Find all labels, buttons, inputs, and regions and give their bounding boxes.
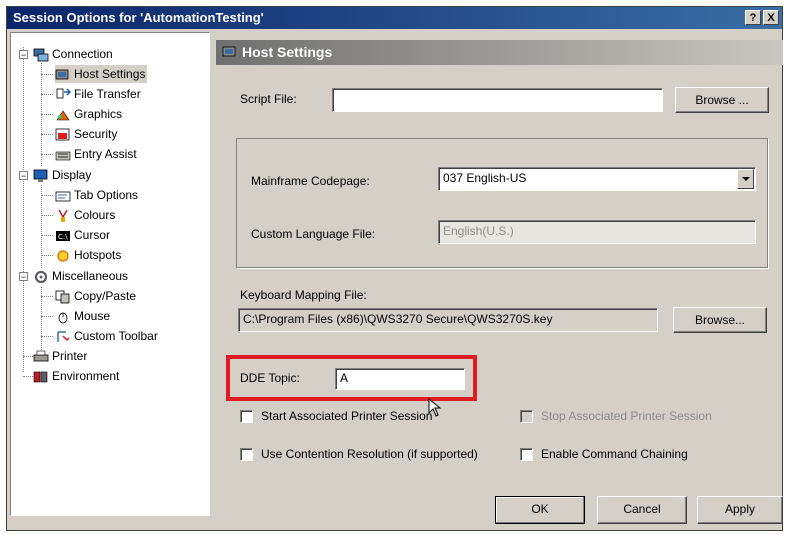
browse-keyboard-button[interactable]: Browse... [673, 307, 767, 333]
tree-label: Mouse [74, 309, 111, 323]
svg-text:C:\: C:\ [58, 233, 68, 241]
tree-item-copy-paste[interactable]: Copy/Paste [55, 287, 136, 305]
script-file-input[interactable] [332, 88, 663, 112]
tree-item-colours[interactable]: Colours [55, 206, 115, 224]
connection-collapse-icon[interactable]: − [19, 50, 28, 60]
tree-label: Miscellaneous [52, 269, 129, 283]
browse-script-button[interactable]: Browse ... [675, 87, 769, 113]
graphics-icon [56, 110, 70, 121]
tree-item-entry-assist[interactable]: Entry Assist [55, 145, 137, 163]
display-icon [33, 169, 48, 182]
mouse-icon [58, 312, 68, 324]
tab-options-icon [55, 191, 71, 202]
tree-label: Colours [74, 208, 116, 222]
panel-title: Host Settings [242, 44, 333, 60]
dde-topic-input[interactable]: A [335, 368, 465, 390]
tree-label: Copy/Paste [74, 289, 137, 303]
tree-label: Printer [52, 349, 88, 363]
tree-item-connection[interactable]: Connection [33, 45, 113, 63]
tree-item-custom-toolbar[interactable]: Custom Toolbar [55, 327, 158, 345]
script-file-label: Script File: [240, 92, 297, 106]
mouse-pointer-icon [428, 398, 442, 417]
host-settings-icon [55, 69, 69, 80]
mainframe-codepage-select[interactable]: 037 English-US [438, 167, 756, 191]
help-button[interactable]: ? [745, 10, 761, 25]
printer-icon [33, 350, 49, 362]
display-collapse-icon[interactable]: − [19, 171, 28, 181]
environment-icon [33, 371, 48, 383]
command-chaining-checkbox[interactable] [520, 448, 533, 461]
network-icon [33, 48, 49, 62]
contention-checkbox[interactable] [240, 448, 253, 461]
tree-label: Graphics [74, 107, 123, 121]
keyboard-mapping-label: Keyboard Mapping File: [240, 288, 367, 302]
tree-label: Entry Assist [74, 147, 137, 161]
tree-label: Environment [52, 369, 120, 383]
window-title: Session Options for 'AutomationTesting' [13, 10, 264, 25]
tree-label: Connection [52, 47, 113, 61]
tree-item-security[interactable]: Security [55, 125, 117, 143]
contention-label: Use Contention Resolution (if supported) [261, 447, 478, 461]
command-chaining-label: Enable Command Chaining [541, 447, 688, 461]
tree-item-display[interactable]: Display [33, 166, 91, 184]
mainframe-codepage-value: 037 English-US [443, 171, 527, 185]
mainframe-codepage-label: Mainframe Codepage: [251, 174, 370, 188]
tree-label: Custom Toolbar [74, 329, 158, 343]
cancel-button[interactable]: Cancel [597, 496, 687, 524]
tree-item-cursor[interactable]: C:\ Cursor [55, 226, 110, 244]
tree-label: Security [74, 127, 118, 141]
colours-icon [58, 209, 68, 222]
tree-label: Tab Options [74, 188, 139, 202]
keyboard-mapping-field[interactable]: C:\Program Files (x86)\QWS3270 Secure\QW… [238, 308, 658, 332]
tree-label: Hotspots [74, 248, 122, 262]
title-bar[interactable]: Session Options for 'AutomationTesting' … [7, 7, 782, 29]
tree-item-environment[interactable]: Environment [33, 367, 119, 385]
custom-language-field: English(U.S.) [438, 220, 756, 244]
custom-toolbar-icon [57, 331, 70, 342]
file-transfer-icon [56, 88, 71, 99]
tree-item-tab-options[interactable]: Tab Options [55, 186, 138, 204]
host-settings-icon [222, 46, 236, 57]
ok-button[interactable]: OK [495, 496, 585, 524]
start-printer-checkbox[interactable] [240, 410, 253, 423]
options-tree: − Connection Host Settings File Transfer… [10, 32, 210, 516]
tree-label: File Transfer [74, 87, 141, 101]
apply-button[interactable]: Apply [697, 496, 783, 524]
stop-printer-checkbox [520, 410, 533, 423]
panel-header: Host Settings [216, 40, 783, 65]
tree-label: Host Settings [74, 67, 146, 81]
dde-topic-label: DDE Topic: [240, 371, 300, 385]
tree-item-file-transfer[interactable]: File Transfer [55, 85, 141, 103]
tree-item-host-settings[interactable]: Host Settings [55, 65, 148, 83]
tree-label: Cursor [74, 228, 111, 242]
cursor-icon: C:\ [56, 230, 70, 241]
miscellaneous-collapse-icon[interactable]: − [19, 272, 28, 282]
tree-item-hotspots[interactable]: Hotspots [55, 246, 121, 264]
copy-paste-icon [55, 290, 70, 304]
close-button[interactable]: X [763, 10, 779, 25]
tree-label: Display [52, 168, 92, 182]
tree-item-graphics[interactable]: Graphics [55, 105, 122, 123]
miscellaneous-icon [34, 270, 48, 283]
stop-printer-label: Stop Associated Printer Session [541, 409, 712, 423]
codepage-group [236, 138, 768, 268]
tree-item-printer[interactable]: Printer [33, 347, 87, 365]
start-printer-label: Start Associated Printer Session [261, 409, 433, 423]
security-icon [55, 128, 70, 141]
tree-item-mouse[interactable]: Mouse [55, 307, 110, 325]
entry-assist-icon [55, 151, 71, 161]
tree-item-miscellaneous[interactable]: Miscellaneous [33, 267, 128, 285]
hotspots-icon [57, 250, 69, 262]
custom-language-label: Custom Language File: [251, 227, 376, 241]
chevron-down-icon[interactable] [737, 169, 754, 189]
